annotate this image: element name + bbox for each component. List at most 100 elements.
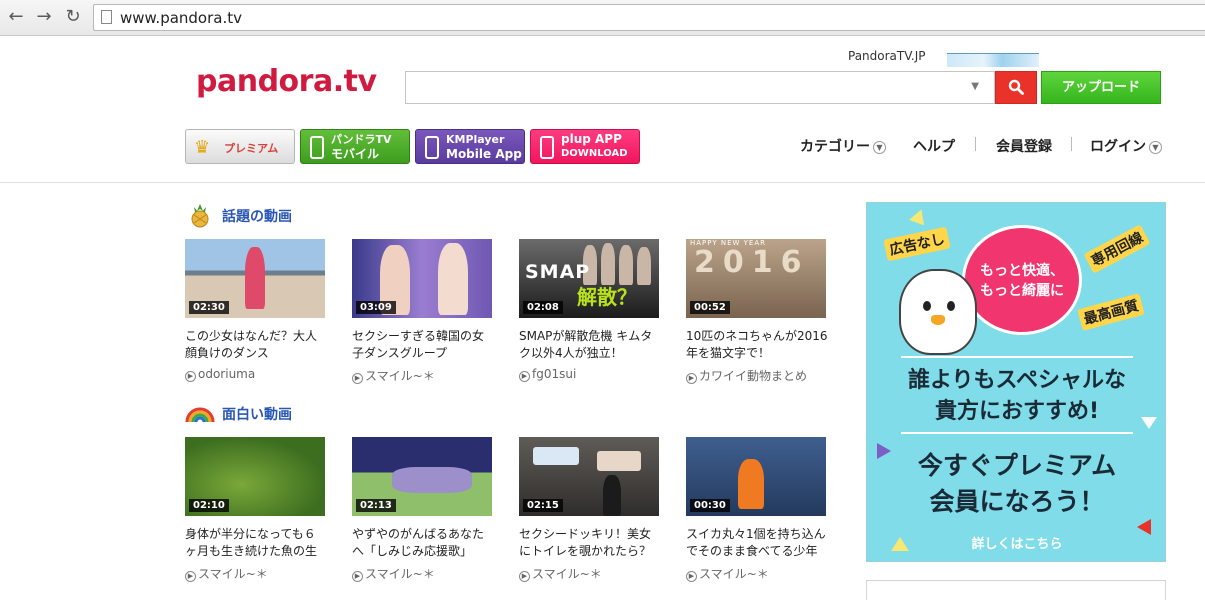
pineapple-icon	[185, 202, 215, 228]
video-author[interactable]: ▶ odoriuma	[185, 367, 255, 382]
chevron-right-icon: ▶	[185, 571, 196, 582]
thumbnail-screen	[533, 447, 579, 465]
premium-ad-banner[interactable]: 広告なし 専用回線 最高画質 もっと快適、 もっと綺麗に 誰よりもスペシャルな …	[866, 202, 1166, 562]
video-title[interactable]: SMAPが解散危機 キムタク以外4人が独立！	[519, 328, 661, 362]
ad-cta-line2: 会員になろう！	[929, 487, 1105, 516]
video-duration: 00:52	[690, 301, 730, 314]
crown-icon: ♛	[194, 137, 211, 158]
ad-cta-line1: 今すぐプレミアム	[917, 451, 1117, 480]
forward-arrow-icon[interactable]: →	[33, 6, 55, 28]
video-author-name: スマイル~＊	[365, 369, 435, 383]
thumbnail-kaisan-text: 解散？	[577, 285, 637, 309]
video-author[interactable]: ▶ スマイル~＊	[185, 565, 268, 582]
mascot-eye	[923, 301, 931, 311]
km-label-line2: Mobile App	[446, 147, 522, 161]
plup-label-line2: DOWNLOAD	[561, 148, 628, 159]
video-author-name: スマイル~＊	[532, 567, 602, 581]
video-thumbnail[interactable]: 02:13	[352, 437, 492, 516]
video-author[interactable]: ▶ スマイル~＊	[519, 565, 602, 582]
ad-tag-dedicated-line: 専用回線	[1083, 224, 1151, 274]
premium-label: プレミアム	[224, 142, 279, 155]
video-author-name: スマイル~＊	[699, 567, 769, 581]
video-title[interactable]: スイカ丸々1個を持ち込んでそのまま食べてる少年	[686, 526, 828, 560]
video-author[interactable]: ▶ fg01sui	[519, 367, 576, 382]
video-thumbnail[interactable]: 00:30	[686, 437, 826, 516]
mascot-beak	[931, 315, 945, 325]
thumbnail-figure	[603, 475, 621, 516]
thumbnail-year-text: 2016	[694, 245, 810, 280]
video-thumbnail[interactable]: 02:15	[519, 437, 659, 516]
video-title[interactable]: セクシードッキリ！美女にトイレを覗かれたら？	[519, 526, 661, 560]
kmplayer-mobile-app-button[interactable]: KMPlayer Mobile App	[415, 129, 525, 164]
ad-details-link[interactable]: 詳しくはこちら	[867, 533, 1165, 552]
reload-icon[interactable]: ↻	[62, 6, 84, 28]
search-input[interactable]: ▼	[405, 71, 995, 104]
thumbnail-figure	[637, 247, 651, 285]
decor-triangle	[877, 443, 891, 459]
plup-app-download-button[interactable]: plup APP DOWNLOAD	[530, 129, 640, 164]
nav-login[interactable]: ログイン ▼	[1090, 136, 1162, 156]
chevron-right-icon: ▶	[352, 571, 363, 582]
phone-icon	[540, 136, 554, 159]
ad-headline-line2: 貴方におすすめ!	[934, 399, 1100, 424]
pandoratv-mobile-button[interactable]: パンドラTV モバイル	[300, 129, 410, 164]
video-author-name: odoriuma	[198, 367, 256, 381]
video-thumbnail[interactable]: 02:10	[185, 437, 325, 516]
nav-help-label: ヘルプ	[913, 139, 955, 155]
nav-help[interactable]: ヘルプ	[913, 136, 955, 156]
ad-bubble-line1: もっと快適、	[980, 263, 1064, 279]
mobile-label-line2: モバイル	[331, 147, 380, 161]
rainbow-icon	[185, 400, 215, 426]
phone-icon	[425, 136, 439, 159]
video-author[interactable]: ▶ スマイル~＊	[352, 367, 435, 384]
upload-button[interactable]: アップロード	[1041, 71, 1161, 104]
nav-category[interactable]: カテゴリー ▼	[800, 136, 886, 156]
header-divider	[0, 182, 1205, 183]
mascot-eye	[947, 301, 955, 311]
nav-separator	[1071, 137, 1072, 151]
search-dropdown-caret-icon[interactable]: ▼	[971, 81, 979, 92]
video-thumbnail[interactable]: 02:30	[185, 239, 325, 318]
video-title[interactable]: セクシーすぎる韓国の女子ダンスグループ	[352, 328, 494, 362]
secondary-ad-box	[866, 580, 1166, 600]
ad-tag-best-quality: 最高画質	[1077, 293, 1145, 331]
chevron-down-icon: ▼	[1149, 141, 1162, 154]
chevron-right-icon: ▶	[185, 371, 196, 382]
thumbnail-figure	[619, 245, 633, 285]
ad-speech-bubble: もっと快適、 もっと綺麗に	[962, 225, 1082, 335]
nav-register[interactable]: 会員登録	[996, 136, 1052, 156]
ad-divider	[901, 356, 1133, 358]
pandoratv-jp-link[interactable]: PandoraTV.JP	[848, 49, 925, 63]
video-title[interactable]: 身体が半分になっても６ヶ月も生き続けた魚の生	[185, 526, 327, 560]
video-author[interactable]: ▶ カワイイ動物まとめ	[686, 367, 807, 384]
chevron-right-icon: ▶	[352, 373, 363, 384]
video-thumbnail[interactable]: HAPPY NEW YEAR 2016 00:52	[686, 239, 826, 318]
ad-tag-no-ads: 広告なし	[883, 226, 951, 262]
chevron-right-icon: ▶	[686, 373, 697, 384]
video-thumbnail[interactable]: 03:09	[352, 239, 492, 318]
video-duration: 02:10	[189, 499, 229, 512]
video-duration: 02:13	[356, 499, 396, 512]
premium-button[interactable]: ♛ プレミアム	[185, 129, 295, 164]
address-url: www.pandora.tv	[120, 9, 242, 27]
nav-login-label: ログイン	[1090, 139, 1146, 155]
page-icon	[101, 10, 112, 24]
video-author[interactable]: ▶ スマイル~＊	[352, 565, 435, 582]
back-arrow-icon[interactable]: ←	[5, 6, 27, 28]
video-title[interactable]: やずやのがんばるあなたへ「しみじみ応援歌」	[352, 526, 494, 560]
video-title[interactable]: この少女はなんだ？大人顔負けのダンス	[185, 328, 327, 362]
video-title[interactable]: 10匹のネコちゃんが2016年を猫文字で！	[686, 328, 828, 362]
video-author-name: カワイイ動物まとめ	[699, 369, 808, 383]
site-logo[interactable]: pandora.tv	[196, 64, 377, 99]
address-bar[interactable]: www.pandora.tv	[93, 4, 1205, 31]
km-label-line1: KMPlayer	[446, 133, 505, 146]
video-author[interactable]: ▶ スマイル~＊	[686, 565, 769, 582]
search-button[interactable]	[995, 71, 1037, 104]
phone-icon	[310, 136, 324, 159]
thumbnail-screen	[597, 451, 641, 471]
video-thumbnail[interactable]: SMAP 解散？ 02:08	[519, 239, 659, 318]
thumbnail-figure	[392, 467, 472, 493]
section-title-trending: 話題の動画	[222, 209, 292, 225]
mini-banner[interactable]	[947, 53, 1039, 67]
thumbnail-figure	[738, 459, 764, 509]
